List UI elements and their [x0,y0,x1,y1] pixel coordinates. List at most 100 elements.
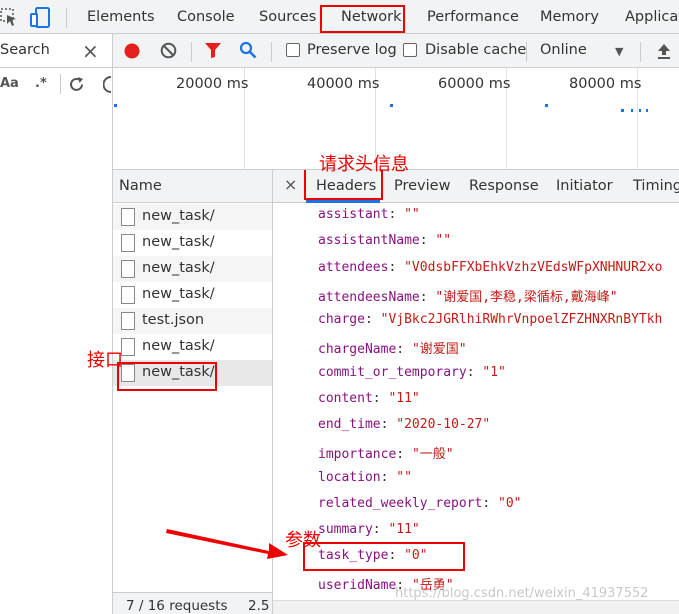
toolbar-separator [526,42,527,62]
clear-icon[interactable] [160,42,177,59]
document-icon [121,286,135,304]
request-row[interactable]: new_task/ [113,256,272,282]
param-key: attendees [318,260,389,275]
chevron-down-icon[interactable]: ▼ [615,45,623,58]
param-key: charge [318,312,365,327]
request-row[interactable]: new_task/ [113,282,272,308]
request-marker [646,109,648,112]
request-count: 7 / 16 requests [126,598,228,614]
form-param-row: location: "" [318,470,412,485]
request-row[interactable]: new_task/ [113,230,272,256]
timeline-tick-label: 60000 ms [438,76,511,92]
preserve-log-checkbox[interactable] [286,43,300,57]
request-row[interactable]: new_task/ [113,334,272,360]
close-details-icon[interactable]: × [284,175,297,194]
form-param-row: end_time: "2020-10-27" [318,417,491,432]
request-list-header[interactable]: Name [113,170,272,203]
document-icon [121,234,135,252]
param-key: end_time [318,417,381,432]
record-icon[interactable] [124,43,140,59]
inspect-element-icon[interactable] [0,7,18,27]
param-value: "" [396,470,412,485]
param-value: "V0dsbFFXbEhkVzhzVEdsWFpXNHNUR2xo [404,260,663,275]
param-value: "谢爱国,李稳,梁循标,戴海峰" [435,290,618,305]
tab-response[interactable]: Response [469,178,539,194]
request-marker [639,109,641,112]
param-key: commit_or_temporary [318,365,467,380]
status-bar: 7 / 16 requests 2.5 [113,592,272,614]
request-row[interactable]: test.json [113,308,272,334]
request-name: new_task/ [142,260,215,276]
tab-elements[interactable]: Elements [87,0,155,34]
tab-memory[interactable]: Memory [540,0,599,34]
task-type-highlight [303,542,465,571]
form-param-row: related_weekly_report: "0" [318,496,522,511]
document-icon [121,312,135,330]
form-param-row: importance: "一般" [318,447,454,462]
request-marker [545,104,548,107]
network-tab-highlight [320,5,405,33]
toolbar-separator [60,74,61,94]
form-param-row: chargeName: "谢爱国" [318,342,467,357]
filter-icon[interactable] [204,42,222,59]
request-marker [114,104,117,107]
headers-annotation: 请求头信息 [319,154,409,175]
param-value: "1" [482,365,506,380]
name-column-header[interactable]: Name [119,178,162,194]
request-name: new_task/ [142,338,215,354]
import-har-icon[interactable] [656,42,672,60]
param-key: summary [318,522,373,537]
param-value: "VjBkc2JGRlhiRWhrVnpoelZFZHNXRnBYTkh [380,312,663,327]
search-title: Search [0,42,50,58]
tab-sources[interactable]: Sources [259,0,316,34]
document-icon [121,338,135,356]
form-param-row: attendees: "V0dsbFFXbEhkVzhzVEdsWFpXNHNU… [318,260,663,275]
horizontal-scrollbar[interactable] [273,600,679,614]
network-toolbar: Preserve log Disable cache Online ▼ [113,34,679,68]
document-icon [121,208,135,226]
search-icon[interactable] [239,41,257,59]
clear-results-icon[interactable] [103,76,113,93]
request-row[interactable]: new_task/ [113,204,272,230]
tab-preview[interactable]: Preview [394,178,450,194]
match-case-button[interactable]: Aa [0,76,19,91]
interface-annotation: 接口 [87,350,123,371]
tab-initiator[interactable]: Initiator [556,178,613,194]
param-value: "11" [388,522,420,537]
toolbar-separator [191,42,192,62]
form-param-row: attendeesName: "谢爱国,李稳,梁循标,戴海峰" [318,290,618,305]
param-value: "2020-10-27" [396,417,491,432]
close-search-icon[interactable]: × [82,39,99,63]
throttle-select[interactable]: Online [540,42,587,58]
tab-application[interactable]: Applicat [625,0,679,34]
param-key: assistant [318,207,389,222]
regex-button[interactable]: .* [35,76,47,91]
param-key: attendeesName [318,290,420,305]
toolbar-separator [271,42,272,62]
timeline-tick-label: 40000 ms [307,76,380,92]
param-key: content [318,391,373,406]
param-key: related_weekly_report [318,496,483,511]
form-param-row: summary: "11" [318,522,420,537]
tab-performance[interactable]: Performance [427,0,519,34]
tab-console[interactable]: Console [177,0,235,34]
watermark: https://blog.csdn.net/weixin_41937552 [395,586,649,601]
disable-cache-checkbox[interactable] [403,43,417,57]
param-value: "谢爱国" [411,342,467,357]
param-value: "11" [388,391,420,406]
preserve-log-label: Preserve log [307,42,397,58]
param-value: "0" [498,496,522,511]
tab-timing[interactable]: Timing [633,178,679,194]
param-key: location [318,470,381,485]
selected-request-highlight [117,362,217,391]
annotation-arrow [166,529,288,559]
request-marker [631,109,633,112]
refresh-icon[interactable] [68,76,85,93]
param-value: "" [435,233,452,248]
device-toolbar-icon[interactable] [30,7,52,29]
transferred-size: 2.5 [248,598,270,614]
request-name: new_task/ [142,208,215,224]
search-sidebar: Aa .* [0,68,113,614]
param-key: importance [318,447,397,462]
form-param-row: commit_or_temporary: "1" [318,365,506,380]
